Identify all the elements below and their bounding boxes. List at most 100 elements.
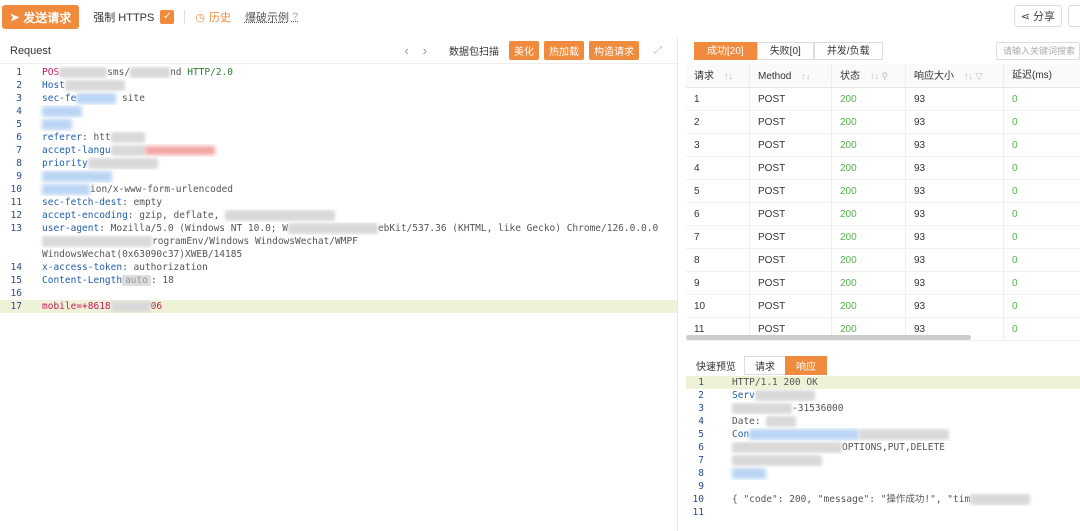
code-token: ion/x-www-form-urlencoded [90,184,233,195]
line-text: Host [30,79,125,92]
line-number: 3 [16,93,22,104]
table-cell: 93 [906,272,1004,294]
line-number: 17 [10,301,22,312]
table-cell: 0 [1012,301,1018,312]
send-request-button[interactable]: ➤ 发送请求 [2,5,80,29]
line-number: 1 [698,377,704,388]
line-text: sec-fe site [30,92,145,105]
request-title: Request [10,44,51,57]
table-cell: 0 [1012,232,1018,243]
next-arrow-icon[interactable]: › [423,43,427,58]
code-line: 15 Content-Length auto: 18 [0,274,677,287]
line-number: 2 [698,390,704,401]
code-token: accept-langu [42,145,111,156]
table-cell: 0 [1012,163,1018,174]
table-cell: 200 [832,88,906,110]
code-token: accept-encoding [42,210,128,221]
table-cell: 0 [1012,140,1018,151]
more-button[interactable] [1068,5,1080,27]
horizontal-scrollbar[interactable] [686,335,971,340]
preview-tab-response[interactable]: 响应 [785,355,827,375]
col-method[interactable]: Method ↑↓ [750,64,832,87]
checkbox-checked-icon[interactable]: ✓ [160,10,175,24]
line-number: 9 [16,171,22,182]
preview-tab-request[interactable]: 请求 [744,355,786,375]
tab-failed[interactable]: 失败[0] [756,42,814,60]
table-row[interactable]: 4 POST 200 93 0 [686,157,1080,180]
redacted-text [76,93,117,104]
build-request-button[interactable]: 构造请求 [589,41,639,60]
results-table: 请求 ↑↓ Method ↑↓ 状态 ↑↓ ⚲ 响应大小 ↑↓ ▽ 延迟(ms) 1 PO… [686,64,1080,344]
table-row[interactable]: 10 POST 200 93 0 [686,295,1080,318]
share-button[interactable]: ⋖ 分享 [1013,5,1062,27]
tab-concurrency[interactable]: 并发/负载 [813,42,883,60]
divider [184,10,186,24]
line-text [30,105,82,118]
line-text [30,118,72,131]
code-token: { "code": 200, "message": "操作成功!", "tim [732,494,971,505]
history-label: 历史 [208,12,231,24]
table-cell: 200 [832,226,906,248]
code-token: sec-fetch-dest [42,197,123,208]
code-token: sms/ [107,67,131,78]
prev-arrow-icon[interactable]: ‹ [404,43,408,58]
redacted-text [970,494,1031,505]
request-editor[interactable]: 1 POS sms/nd HTTP/2.0 2 Host 3 sec-fe site 4 5 6 r… [0,64,677,313]
table-cell: POST [750,88,832,110]
results-panel: 成功[20] 失败[0] 并发/负载 请输入关键词搜索 请求 ↑↓ Method ↑… [686,38,1080,531]
col-status[interactable]: 状态 ↑↓ ⚲ [832,64,906,87]
packet-scan-button[interactable]: 数据包扫描 [444,41,504,60]
code-line: 6 referer: htt [0,131,677,144]
line-text: POS sms/nd HTTP/2.0 [30,66,233,79]
request-header: Request ‹ › 数据包扫描 美化 热加载 构造请求 ⤢ [0,38,677,64]
table-row[interactable]: 6 POST 200 93 0 [686,203,1080,226]
hot-reload-button[interactable]: 热加载 [544,41,584,60]
history-button[interactable]: ◷ 历史 [195,9,231,25]
redacted-text [42,119,72,130]
blast-example-link[interactable]: 爆破示例? [245,9,298,25]
table-row[interactable]: 2 POST 200 93 0 [686,111,1080,134]
blast-label: 爆破示例 [244,12,289,24]
response-viewer[interactable]: 1 HTTP/1.1 200 OK 2 Serv 3 -31536000 4 Date: 5 C… [686,376,1080,519]
table-row[interactable]: 9 POST 200 93 0 [686,272,1080,295]
line-number: 14 [10,262,22,273]
table-row[interactable]: 1 POST 200 93 0 [686,88,1080,111]
table-cell: 200 [832,272,906,294]
table-cell: 93 [906,226,1004,248]
line-text: WindowsWechat(0x63090c37)XWEB/14185 [30,248,242,261]
line-text: HTTP/1.1 200 OK [712,376,818,389]
quick-preview-bar: 快速预览 请求 响应 [686,354,1080,376]
col-latency[interactable]: 延迟(ms) [1004,64,1080,87]
code-token: referer [42,132,83,143]
code-line: rogramEnv/Windows WindowsWechat/WMPF [0,235,677,248]
expand-icon[interactable]: ⤢ [649,43,667,58]
line-text: Serv [712,389,815,402]
line-number: 15 [10,275,22,286]
code-line: WindowsWechat(0x63090c37)XWEB/14185 [0,248,677,261]
table-cell: 6 [686,203,750,225]
table-row[interactable]: 5 POST 200 93 0 [686,180,1080,203]
col-size[interactable]: 响应大小 ↑↓ ▽ [906,64,1004,87]
code-token: 06 [150,301,163,312]
code-line: 17 mobile=+8618 06 [0,300,677,313]
table-cell: POST [750,226,832,248]
redacted-text [42,184,90,195]
search-input[interactable]: 请输入关键词搜索 [996,42,1080,60]
table-row[interactable]: 8 POST 200 93 0 [686,249,1080,272]
send-label: 发送请求 [23,10,72,25]
force-https-toggle[interactable]: 强制 HTTPS ✓ [93,9,175,25]
tab-success[interactable]: 成功[20] [694,42,757,60]
line-number: 5 [698,429,704,440]
line-number [0,248,30,261]
code-line: 4 Date: [686,415,1080,428]
line-number: 4 [698,416,704,427]
table-row[interactable]: 3 POST 200 93 0 [686,134,1080,157]
redacted-text [749,429,860,440]
beautify-button[interactable]: 美化 [509,41,539,60]
history-nav: ‹ › [404,43,427,58]
code-line: 16 [0,287,677,300]
table-row[interactable]: 7 POST 200 93 0 [686,226,1080,249]
col-request[interactable]: 请求 ↑↓ [686,64,750,87]
code-line: 2 Host [0,79,677,92]
table-cell: 200 [832,180,906,202]
